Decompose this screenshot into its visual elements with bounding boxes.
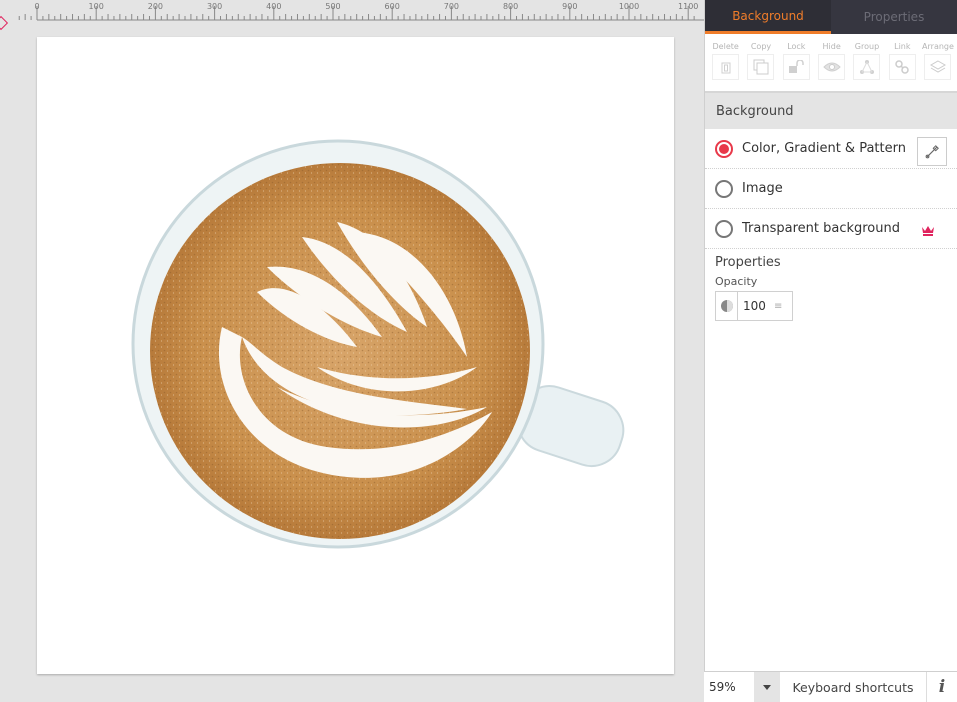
arrange-button[interactable]: Arrange [922,42,954,85]
eye-icon [818,54,846,80]
latte-image[interactable] [37,37,674,674]
eyedropper-icon [925,144,939,158]
copy-label: Copy [750,42,772,51]
properties-title: Properties [715,255,781,270]
ruler-label: 400 [266,2,282,11]
ruler-label: 800 [502,2,519,11]
keyboard-shortcuts-button[interactable]: Keyboard shortcuts [780,672,927,702]
ruler-ticks [18,6,704,21]
workspace: 0 100 200 300 400 500 600 700 800 900 1000 1100 [0,0,704,702]
ruler-label: 900 [562,2,578,11]
group-button[interactable]: Group [852,42,881,85]
arrange-label: Arrange [922,42,954,51]
opacity-value[interactable]: 100 [738,299,774,313]
radio-color-gradient-pattern[interactable] [715,139,733,158]
option-label: Image [742,181,783,196]
tab-properties[interactable]: Properties [831,0,957,34]
copy-icon [747,54,775,80]
opacity-icon [716,292,738,320]
status-bar: 59% Keyboard shortcuts i [704,671,957,702]
hide-button[interactable]: Hide [817,42,846,85]
copy-button[interactable]: Copy [746,42,775,85]
info-icon[interactable]: i [927,677,957,697]
ruler-label: 1000 [618,2,640,11]
radio-image[interactable] [715,179,733,198]
opacity-stepper-icon[interactable]: ≡ [774,301,782,312]
link-icon [888,54,916,80]
ruler-label: 500 [325,2,341,11]
option-image[interactable]: Image [705,169,957,209]
trash-icon [712,54,740,80]
ruler-label: 1100 [678,2,699,11]
lock-label: Lock [787,42,806,51]
ruler-label: 0 [34,2,40,11]
ruler-label: 100 [88,2,104,11]
design-canvas[interactable] [37,37,674,674]
hide-label: Hide [822,42,841,51]
horizontal-ruler: 0 100 200 300 400 500 600 700 800 900 1000 1100 [0,0,704,22]
option-color-gradient-pattern[interactable]: Color, Gradient & Pattern [705,129,957,169]
chevron-down-icon [763,684,771,690]
background-section-header: Background [705,93,957,129]
panel-tabs: Background Properties [705,0,957,34]
layers-icon [924,54,952,80]
option-label: Color, Gradient & Pattern [742,141,906,156]
object-toolbar: Delete Copy Lock Hide Group Link Arrange [705,34,957,93]
ruler-label: 700 [443,2,460,11]
delete-label: Delete [712,42,739,51]
group-label: Group [854,42,880,51]
unlock-icon [782,54,810,80]
ruler-label: 300 [206,2,223,11]
color-picker-button[interactable] [917,137,947,166]
side-panel: Background Properties Delete Copy Lock H… [704,0,957,702]
link-button[interactable]: Link [888,42,917,85]
ruler-label: 600 [384,2,400,11]
zoom-level[interactable]: 59% [704,680,754,694]
option-label: Transparent background [742,221,900,236]
opacity-field[interactable]: 100 ≡ [715,291,793,321]
delete-button[interactable]: Delete [711,42,740,85]
opacity-label: Opacity [715,275,758,288]
radio-transparent-background[interactable] [715,219,733,238]
option-transparent-background[interactable]: Transparent background [705,209,957,249]
ruler-label: 200 [147,2,164,11]
zoom-dropdown-button[interactable] [754,672,780,702]
tab-background[interactable]: Background [705,0,831,34]
premium-crown-icon [921,221,935,240]
lock-button[interactable]: Lock [782,42,811,85]
link-label: Link [894,42,911,51]
group-icon [853,54,881,80]
